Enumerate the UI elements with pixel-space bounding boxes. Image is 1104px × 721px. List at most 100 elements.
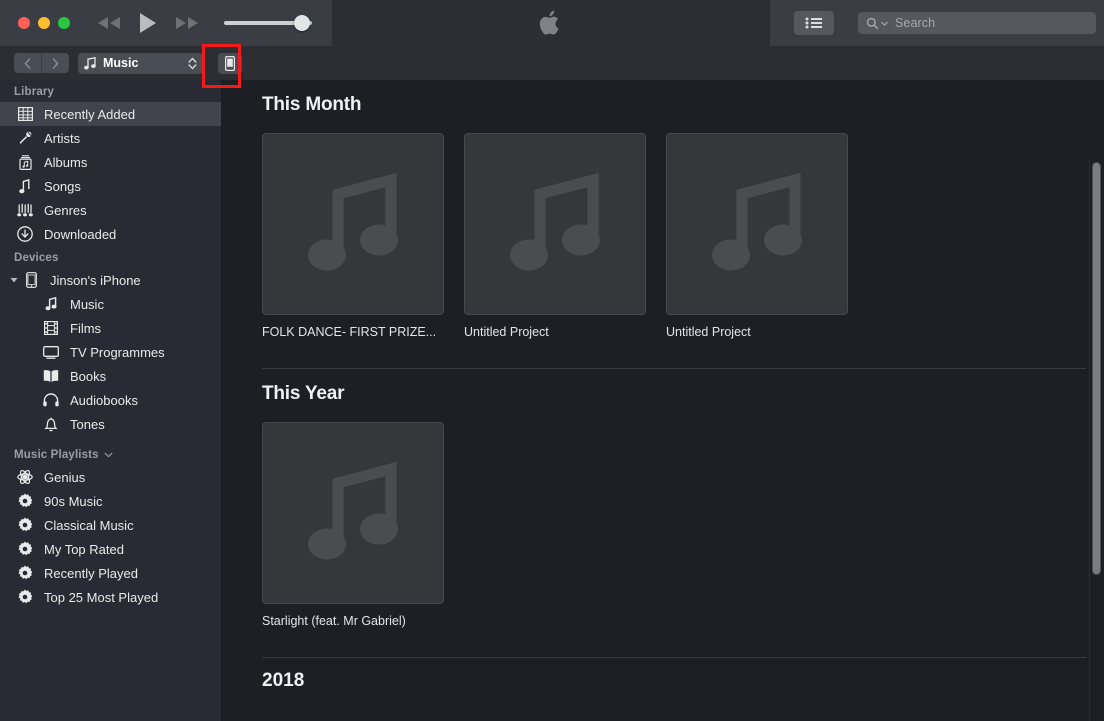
back-button[interactable]	[14, 53, 41, 73]
search-chevron-down-icon[interactable]	[881, 21, 888, 26]
sidebar-item-device-books[interactable]: Books	[0, 364, 221, 388]
grid-icon	[14, 107, 36, 121]
search-placeholder: Search	[895, 16, 936, 30]
music-note-icon	[712, 172, 802, 271]
sidebar-item-label: My Top Rated	[44, 541, 124, 557]
album-card[interactable]: Starlight (feat. Mr Gabriel)	[262, 422, 444, 628]
sidebar-item-device-audiobooks[interactable]: Audiobooks	[0, 388, 221, 412]
album-card[interactable]: Untitled Project	[464, 133, 646, 339]
music-note-icon	[84, 56, 96, 69]
album-artwork-placeholder	[262, 133, 444, 315]
sidebar-header-music-playlists[interactable]: Music Playlists	[0, 436, 221, 465]
gear-icon	[14, 541, 36, 557]
album-grid-this-month: FOLK DANCE- FIRST PRIZE... Untitled Proj…	[262, 133, 1104, 339]
sidebar-item-label: Tones	[70, 416, 105, 432]
sidebar-item-label: Audiobooks	[70, 392, 138, 408]
gear-icon	[14, 517, 36, 533]
sidebar-header-devices: Devices	[14, 252, 59, 264]
tv-icon	[40, 345, 62, 359]
iphone-icon	[225, 55, 235, 71]
sidebar-item-label: Albums	[44, 154, 88, 170]
sidebar-item-label: Downloaded	[44, 226, 117, 242]
bell-icon	[40, 417, 62, 432]
sidebar-item-songs[interactable]: Songs	[0, 174, 221, 198]
play-icon[interactable]	[138, 11, 158, 35]
vertical-scrollbar[interactable]	[1092, 162, 1101, 721]
album-title: Untitled Project	[666, 325, 751, 339]
iphone-icon	[20, 272, 42, 288]
sidebar-item-label: Artists	[44, 130, 81, 146]
sidebar-item-artists[interactable]: Artists	[0, 126, 221, 150]
minimize-button[interactable]	[38, 17, 50, 29]
film-icon	[40, 321, 62, 335]
section-title-this-month: This Month	[262, 94, 362, 115]
forward-button[interactable]	[41, 53, 69, 73]
sidebar-item-device-tv-programmes[interactable]: TV Programmes	[0, 340, 221, 364]
list-view-icon[interactable]	[794, 11, 834, 35]
sidebar-item-90s-music[interactable]: 90s Music	[0, 489, 221, 513]
sidebar-item-label: Songs	[44, 178, 81, 194]
microphone-icon	[14, 131, 36, 146]
back-chevron-icon	[24, 57, 31, 69]
album-title: Starlight (feat. Mr Gabriel)	[262, 614, 406, 628]
sidebar-item-label: Genius	[44, 469, 86, 485]
sidebar-item-genres[interactable]: Genres	[0, 198, 221, 222]
genres-icon	[14, 203, 36, 218]
sidebar-item-label: Music	[70, 296, 104, 312]
zoom-button[interactable]	[58, 17, 70, 29]
fastforward-icon[interactable]	[174, 15, 200, 31]
books-icon	[40, 369, 62, 383]
album-title: FOLK DANCE- FIRST PRIZE...	[262, 325, 437, 339]
sidebar-item-label: Recently Added	[44, 106, 136, 122]
section-title-this-year: This Year	[262, 383, 345, 404]
album-title: Untitled Project	[464, 325, 549, 339]
sidebar-item-device-music[interactable]: Music	[0, 292, 221, 316]
volume-knob[interactable]	[294, 15, 310, 31]
sidebar-item-recently-played[interactable]: Recently Played	[0, 561, 221, 585]
sidebar-item-device-tones[interactable]: Tones	[0, 412, 221, 436]
library-content: This Month FOLK DANCE- FIRST PRIZE... Un…	[222, 80, 1104, 721]
sidebar-item-label: Jinson's iPhone	[50, 272, 141, 288]
gear-icon	[14, 493, 36, 509]
sidebar-item-top-25-most-played[interactable]: Top 25 Most Played	[0, 585, 221, 609]
sidebar-item-label: Books	[70, 368, 107, 384]
sidebar-item-my-top-rated[interactable]: My Top Rated	[0, 537, 221, 561]
media-kind-picker[interactable]: Music	[78, 52, 203, 74]
music-note-icon	[308, 461, 398, 560]
headphones-icon	[40, 393, 62, 407]
titlebar-right: Search	[769, 0, 1104, 46]
album-artwork-placeholder	[262, 422, 444, 604]
volume-slider[interactable]	[224, 15, 312, 31]
album-icon	[14, 154, 36, 170]
scrollbar-thumb[interactable]	[1092, 162, 1101, 575]
section-divider	[262, 657, 1086, 658]
music-note-icon	[40, 297, 62, 311]
sidebar-item-albums[interactable]: Albums	[0, 150, 221, 174]
sidebar-item-genius[interactable]: Genius	[0, 465, 221, 489]
close-button[interactable]	[18, 17, 30, 29]
sidebar-item-label: 90s Music	[44, 493, 103, 509]
music-note-icon	[510, 172, 600, 271]
sidebar-item-classical-music[interactable]: Classical Music	[0, 513, 221, 537]
genius-atom-icon	[14, 469, 36, 485]
device-button[interactable]	[218, 52, 242, 74]
search-input[interactable]: Search	[858, 12, 1096, 34]
up-down-chevron-icon	[188, 57, 197, 69]
album-card[interactable]: FOLK DANCE- FIRST PRIZE...	[262, 133, 444, 339]
sidebar-item-device-films[interactable]: Films	[0, 316, 221, 340]
album-card[interactable]: Untitled Project	[666, 133, 848, 339]
album-artwork-placeholder	[666, 133, 848, 315]
album-artwork-placeholder	[464, 133, 646, 315]
rewind-icon[interactable]	[96, 15, 122, 31]
search-icon	[866, 17, 879, 29]
sidebar-item-recently-added[interactable]: Recently Added	[0, 102, 221, 126]
titlebar-left	[0, 0, 333, 46]
disclosure-triangle-icon[interactable]	[8, 276, 20, 284]
sidebar-item-jinsons-iphone[interactable]: Jinson's iPhone	[0, 268, 221, 292]
forward-chevron-icon	[52, 57, 59, 69]
sidebar: Library Recently Added Artists Albums So…	[0, 80, 222, 721]
chevron-down-icon[interactable]	[104, 452, 113, 458]
sidebar-item-downloaded[interactable]: Downloaded	[0, 222, 221, 246]
music-note-icon	[14, 178, 36, 194]
nav-buttons	[14, 53, 69, 73]
